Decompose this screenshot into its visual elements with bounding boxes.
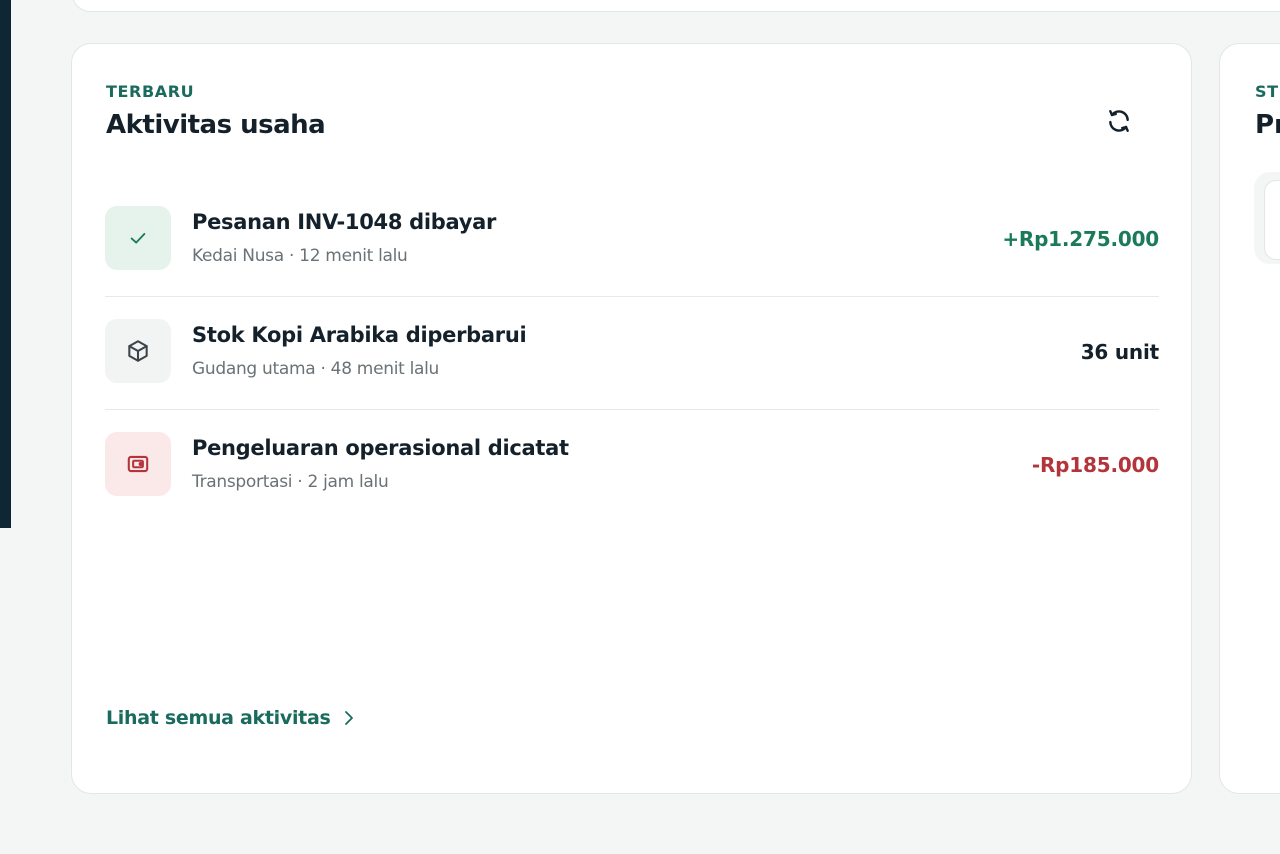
activity-title: Pesanan INV-1048 dibayar bbox=[192, 210, 497, 234]
wallet-icon-tile bbox=[105, 432, 171, 496]
wallet-icon bbox=[127, 455, 149, 473]
activity-title: Stok Kopi Arabika diperbarui bbox=[192, 323, 527, 347]
box-icon bbox=[128, 340, 148, 362]
secondary-card-title: Pr bbox=[1255, 110, 1280, 140]
activity-title: Pengeluaran operasional dicatat bbox=[192, 436, 569, 460]
activity-item-stock[interactable]: Stok Kopi Arabika diperbarui Gudang utam… bbox=[105, 297, 1159, 410]
card-title: Aktivitas usaha bbox=[106, 110, 326, 140]
refresh-button[interactable] bbox=[1104, 106, 1134, 136]
activity-value: -Rp185.000 bbox=[1031, 453, 1159, 477]
sidebar-edge bbox=[0, 0, 11, 528]
top-card-edge bbox=[72, 0, 1280, 12]
activity-item-payment[interactable]: Pesanan INV-1048 dibayar Kedai Nusa · 12… bbox=[105, 184, 1159, 297]
secondary-card: ST Pr bbox=[1219, 43, 1280, 794]
activity-item-expense[interactable]: Pengeluaran operasional dicatat Transpor… bbox=[105, 410, 1159, 523]
activity-value: +Rp1.275.000 bbox=[1002, 227, 1159, 251]
activity-meta: Gudang utama · 48 menit lalu bbox=[192, 359, 440, 379]
check-icon bbox=[130, 232, 146, 244]
activity-meta: Kedai Nusa · 12 menit lalu bbox=[192, 246, 408, 266]
refresh-icon bbox=[1109, 110, 1129, 132]
check-icon-tile bbox=[105, 206, 171, 270]
activity-meta: Transportasi · 2 jam lalu bbox=[192, 472, 389, 492]
secondary-card-eyebrow: ST bbox=[1255, 82, 1279, 101]
activity-card: TERBARU Aktivitas usaha Pesanan INV-1048… bbox=[71, 43, 1192, 794]
view-all-label: Lihat semua aktivitas bbox=[106, 707, 331, 729]
chevron-right-icon bbox=[345, 711, 354, 725]
activity-value: 36 unit bbox=[1080, 340, 1159, 364]
secondary-card-input[interactable] bbox=[1264, 180, 1280, 260]
box-icon-tile bbox=[105, 319, 171, 383]
view-all-activity-link[interactable]: Lihat semua aktivitas bbox=[106, 707, 356, 729]
card-eyebrow: TERBARU bbox=[106, 82, 195, 101]
activity-list: Pesanan INV-1048 dibayar Kedai Nusa · 12… bbox=[105, 184, 1159, 523]
